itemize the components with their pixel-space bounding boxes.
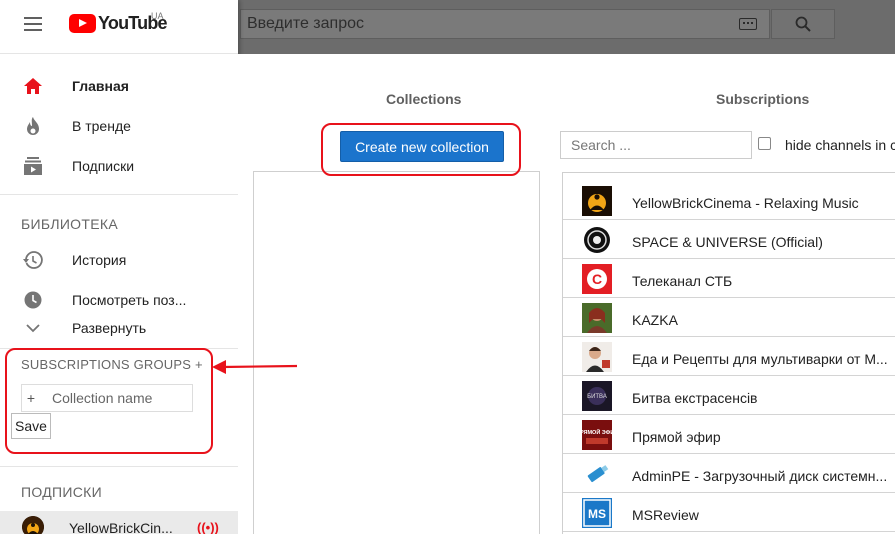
channel-row[interactable]: SPACE & UNIVERSE (Official) bbox=[563, 220, 895, 259]
subscriptions-search-box bbox=[560, 131, 752, 159]
divider bbox=[0, 194, 238, 195]
hide-channels-label: hide channels in c bbox=[785, 137, 895, 153]
highlight-box bbox=[321, 123, 521, 176]
sidebar-item-expand[interactable]: Развернуть bbox=[0, 308, 238, 348]
channel-avatar bbox=[22, 516, 44, 534]
sidebar-item-trending[interactable]: В тренде bbox=[0, 106, 238, 146]
channel-name: Прямой эфир bbox=[632, 429, 721, 445]
highlight-box bbox=[5, 348, 213, 454]
sidebar-item-label: В тренде bbox=[72, 118, 131, 134]
sidebar-item-home[interactable]: Главная bbox=[0, 66, 238, 106]
channel-name: YellowBrickCinema - Relaxing Music bbox=[632, 195, 859, 211]
search-icon bbox=[795, 16, 811, 32]
kazka-logo bbox=[582, 303, 612, 333]
fire-icon bbox=[22, 115, 44, 137]
yellowbrick-logo bbox=[582, 186, 612, 216]
search-box[interactable] bbox=[240, 9, 770, 39]
live-logo-text: ПРЯМОЙ ЭФИР bbox=[582, 428, 612, 436]
channel-row[interactable]: KAZKA bbox=[563, 298, 895, 337]
live-icon: ((•)) bbox=[197, 520, 219, 534]
youtube-logo[interactable]: YouTube UA bbox=[69, 11, 168, 34]
subscriptions-icon bbox=[22, 155, 44, 177]
channel-row[interactable]: Еда и Рецепты для мультиварки от М... bbox=[563, 337, 895, 376]
battle-logo-text: БИТВА bbox=[587, 394, 607, 400]
msreview-logo-text: MS bbox=[588, 507, 606, 521]
sidebar-item-label: Главная bbox=[72, 78, 129, 94]
stb-logo-letter: С bbox=[592, 271, 602, 287]
sidebar-item-history[interactable]: История bbox=[0, 240, 238, 280]
channel-name: SPACE & UNIVERSE (Official) bbox=[632, 234, 823, 250]
subscriptions-search-input[interactable] bbox=[561, 132, 751, 158]
logo-region: UA bbox=[151, 11, 164, 21]
channel-name: Еда и Рецепты для мультиварки от М... bbox=[632, 351, 888, 367]
subscriptions-title-main: Subscriptions bbox=[716, 91, 810, 107]
channel-row[interactable]: С Телеканал СТБ bbox=[563, 259, 895, 298]
recipes-logo bbox=[582, 342, 612, 372]
menu-icon[interactable] bbox=[24, 17, 42, 31]
home-icon bbox=[22, 75, 44, 97]
search-button[interactable] bbox=[771, 9, 835, 39]
sidebar-item-label: Подписки bbox=[72, 158, 135, 174]
history-icon bbox=[22, 249, 44, 271]
sidebar-item-subscriptions[interactable]: Подписки bbox=[0, 146, 238, 186]
stb-logo: С bbox=[582, 264, 612, 294]
battle-logo: БИТВА bbox=[582, 381, 612, 411]
youtube-play-icon bbox=[69, 14, 96, 33]
sidebar-item-label: История bbox=[72, 252, 127, 268]
divider bbox=[0, 53, 238, 54]
channel-name: KAZKA bbox=[632, 312, 678, 328]
channel-name: AdminPE - Загрузочный диск системн... bbox=[632, 468, 888, 484]
subscriptions-list: YellowBrickCinema - Relaxing Music SPACE… bbox=[562, 172, 895, 534]
sidebar-subscription-label: YellowBrickCin... bbox=[69, 520, 173, 534]
subscriptions-title: ПОДПИСКИ bbox=[21, 484, 102, 500]
channel-name: Телеканал СТБ bbox=[632, 273, 733, 289]
channel-name: Битва екстрасенсів bbox=[632, 390, 758, 406]
library-title: БИБЛИОТЕКА bbox=[21, 216, 118, 232]
adminpe-logo bbox=[582, 459, 612, 489]
channel-row[interactable]: ПРЯМОЙ ЭФИР Прямой эфир bbox=[563, 415, 895, 454]
channel-row[interactable]: БИТВА Битва екстрасенсів bbox=[563, 376, 895, 415]
divider bbox=[0, 466, 238, 467]
sidebar-item-label: Посмотреть поз... bbox=[72, 292, 187, 308]
search-input[interactable] bbox=[241, 10, 769, 38]
sidebar-subscription-item[interactable]: YellowBrickCin... ((•)) bbox=[0, 511, 238, 534]
hide-channels-checkbox[interactable] bbox=[758, 137, 771, 150]
channel-name: MSReview bbox=[632, 507, 699, 523]
collections-list bbox=[253, 171, 540, 534]
channel-row[interactable]: AdminPE - Загрузочный диск системн... bbox=[563, 454, 895, 493]
chevron-down-icon bbox=[22, 317, 44, 339]
space-logo bbox=[582, 225, 612, 255]
collections-title: Collections bbox=[386, 91, 462, 107]
channel-row[interactable]: MS MSReview bbox=[563, 493, 895, 532]
live-logo: ПРЯМОЙ ЭФИР bbox=[582, 420, 612, 450]
keyboard-icon[interactable] bbox=[739, 18, 757, 30]
channel-row[interactable]: YellowBrickCinema - Relaxing Music bbox=[563, 181, 895, 220]
msreview-logo: MS bbox=[582, 498, 612, 528]
sidebar-item-label: Развернуть bbox=[72, 320, 147, 336]
